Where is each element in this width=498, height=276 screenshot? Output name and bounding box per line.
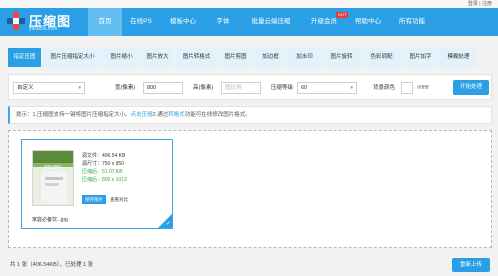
reupload-button[interactable]: 重新上传 (452, 258, 490, 272)
tip-middle: 2.通过 (152, 112, 169, 118)
original-dimensions: 源尺寸：750 x 950 (82, 161, 124, 167)
nav-upgrade-label: 升级会员 (311, 18, 337, 25)
nav-home[interactable]: 首页 (88, 8, 122, 36)
main-nav: 首页 在线PS 模板中心 字体 批量云端压缩 升级会员 帮助中心 所有功能 (88, 8, 434, 36)
upload-dropzone[interactable]: 家庭必备饮... 源文件：406.54 KB 源尺寸：750 x 950 压缩后… (8, 130, 492, 248)
tab-convert-format[interactable]: 图片转格式 (176, 48, 218, 67)
footer-bar: 共 1 张（406.54KB），已处理 1 张 重新上传 (0, 254, 498, 276)
tab-enlarge[interactable]: 图片放大 (140, 48, 176, 67)
logo-cross-icon (7, 12, 25, 30)
height-input[interactable]: 图比例 (221, 82, 261, 94)
compressed-dimensions: 压缩后：800 x 1013 (82, 177, 127, 183)
nav-all-features[interactable]: 所有功能 (390, 8, 434, 36)
nav-fonts[interactable]: 字体 (206, 8, 240, 36)
original-size: 源文件：406.54 KB (82, 153, 126, 159)
file-name: 家庭必备饮...jpg (32, 217, 68, 223)
login-register-links[interactable]: 登录 | 注册 (468, 0, 492, 8)
bg-color-swatch[interactable] (401, 82, 413, 94)
thumbnail-caption: 家庭必备饮... (44, 165, 65, 169)
tab-blur[interactable]: 模糊处理 (440, 48, 478, 67)
tool-tabs: 指定压图 图片压缩指定大小 图片缩小 图片放大 图片转格式 图片剪图 加边框 加… (8, 48, 478, 67)
tab-compress-to-size[interactable]: 图片压缩指定大小 (42, 48, 104, 67)
tab-add-watermark[interactable]: 加水印 (288, 48, 322, 67)
nav-help[interactable]: 帮助中心 (346, 8, 390, 36)
chevron-down-icon: ▾ (78, 85, 81, 91)
mode-select[interactable]: 自定义 ▾ (13, 82, 85, 94)
top-strip (0, 0, 498, 8)
tab-crop[interactable]: 图片剪图 (218, 48, 254, 67)
settings-panel: 自定义 ▾ 宽(像素) 800 高(像素) 图比例 压缩等级 60 ▾ 背景颜色… (8, 74, 492, 100)
hot-badge: HOT (336, 12, 349, 18)
tip-link-convert[interactable]: 转格式 (168, 112, 185, 118)
nav-online-ps[interactable]: 在线PS (122, 8, 160, 36)
bg-color-label: 背景颜色 (373, 85, 396, 91)
logo-subtitle: yasuotu.com (29, 26, 58, 32)
nav-templates[interactable]: 模板中心 (160, 8, 206, 36)
tip-notice: 提示：1.压缩图支持一键将图片压缩指定大小。点击压缩2.通过转格式功能可在线修改… (8, 106, 492, 124)
tab-add-text[interactable]: 图片加字 (402, 48, 440, 67)
tip-suffix: 功能可在线修改图片格式。 (184, 112, 251, 118)
compress-level-value: 60 (301, 85, 308, 91)
bg-color-value[interactable]: #ffffff (417, 82, 429, 94)
site-logo[interactable]: 压缩图 yasuotu.com (4, 10, 90, 34)
compressed-size: 压缩后：51.07 KB (82, 169, 123, 175)
start-process-button[interactable]: 开始处理 (453, 80, 489, 95)
tab-add-border[interactable]: 加边框 (254, 48, 288, 67)
mode-select-value: 自定义 (17, 85, 34, 91)
image-thumbnail: 家庭必备饮... (32, 150, 74, 206)
compress-level-label: 压缩等级 (271, 85, 294, 91)
height-label: 高(像素) (193, 85, 214, 91)
upload-summary: 共 1 张（406.54KB），已处理 1 张 (10, 262, 94, 268)
compress-level-select[interactable]: 60 ▾ (297, 82, 357, 94)
tab-resize-compress[interactable]: 指定压图 (8, 48, 42, 67)
width-input[interactable]: 800 (143, 82, 183, 94)
nav-cloud-compress[interactable]: 批量云端压缩 (240, 8, 302, 36)
image-info: 源文件：406.54 KB 源尺寸：750 x 950 压缩后：51.07 KB… (82, 152, 127, 184)
width-label: 宽(像素) (115, 85, 136, 91)
check-icon: ✓ (165, 221, 171, 227)
tab-shrink[interactable]: 图片缩小 (104, 48, 140, 67)
tip-link-compress[interactable]: 点击压缩 (131, 112, 153, 118)
tip-prefix: 提示：1.压缩图支持一键将图片压缩指定大小。 (16, 112, 131, 118)
view-compare-link[interactable]: 查看对比 (110, 195, 128, 204)
tab-rotate[interactable]: 图片旋转 (322, 48, 362, 67)
chevron-down-icon: ▾ (350, 85, 353, 91)
save-image-button[interactable]: 保存图片 (82, 195, 106, 204)
image-card[interactable]: 家庭必备饮... 源文件：406.54 KB 源尺寸：750 x 950 压缩后… (21, 139, 173, 229)
tab-color-adjust[interactable]: 色彩调配 (362, 48, 402, 67)
